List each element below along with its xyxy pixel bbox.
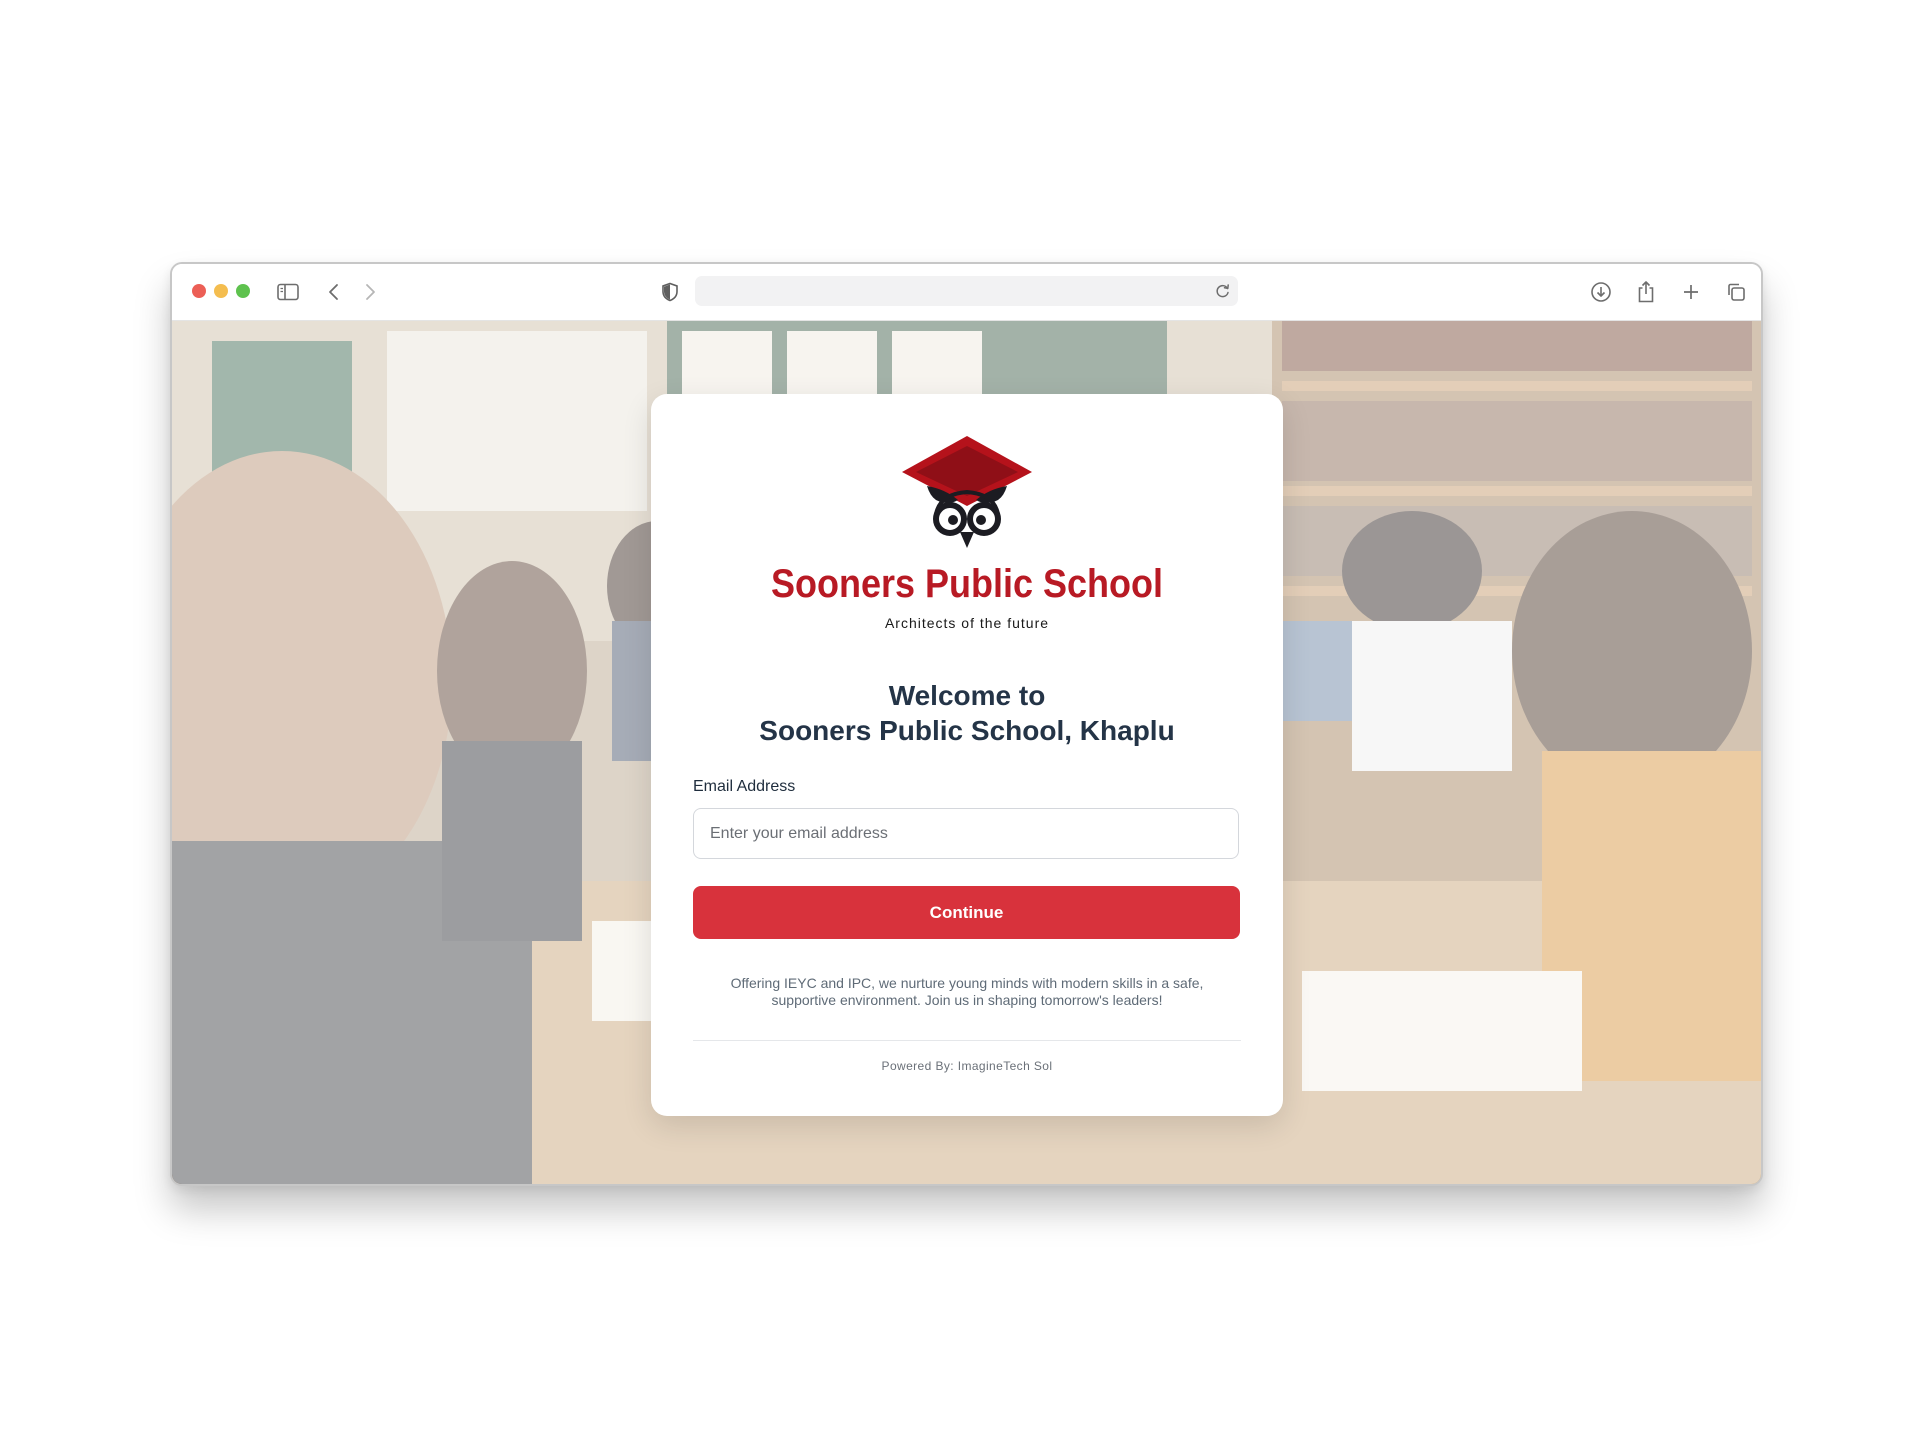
address-bar[interactable]: [695, 276, 1238, 306]
email-field[interactable]: [693, 808, 1239, 859]
minimize-window-button[interactable]: [214, 284, 228, 298]
email-label: Email Address: [693, 778, 796, 795]
zoom-window-button[interactable]: [236, 284, 250, 298]
browser-window: Sooners Public School Architects of the …: [170, 262, 1763, 1186]
sidebar-icon[interactable]: [276, 280, 300, 304]
welcome-heading: Welcome to Sooners Public School, Khaplu: [651, 678, 1283, 748]
powered-by-text: Powered By: ImagineTech Sol: [881, 1059, 1053, 1073]
school-logo-icon: [900, 434, 1034, 552]
school-tagline: Architects of the future: [884, 615, 1050, 631]
tabs-overview-icon[interactable]: [1724, 280, 1748, 304]
reload-icon[interactable]: [1214, 282, 1232, 300]
shield-icon[interactable]: [658, 280, 682, 304]
download-icon[interactable]: [1589, 280, 1613, 304]
welcome-line-1: Welcome to: [888, 680, 1046, 711]
school-name: Sooners Public School: [770, 562, 1164, 606]
login-card: Sooners Public School Architects of the …: [651, 394, 1283, 1116]
welcome-line-2: Sooners Public School, Khaplu: [759, 715, 1175, 746]
close-window-button[interactable]: [192, 284, 206, 298]
page-content: Sooners Public School Architects of the …: [172, 321, 1761, 1184]
browser-toolbar: [172, 264, 1761, 321]
divider: [693, 1040, 1241, 1041]
plus-icon[interactable]: [1679, 280, 1703, 304]
school-description: Offering IEYC and IPC, we nurture young …: [730, 975, 1204, 1008]
chevron-right-icon[interactable]: [358, 280, 382, 304]
chevron-left-icon[interactable]: [322, 280, 346, 304]
continue-button[interactable]: Continue: [693, 886, 1240, 939]
share-icon[interactable]: [1634, 280, 1658, 304]
